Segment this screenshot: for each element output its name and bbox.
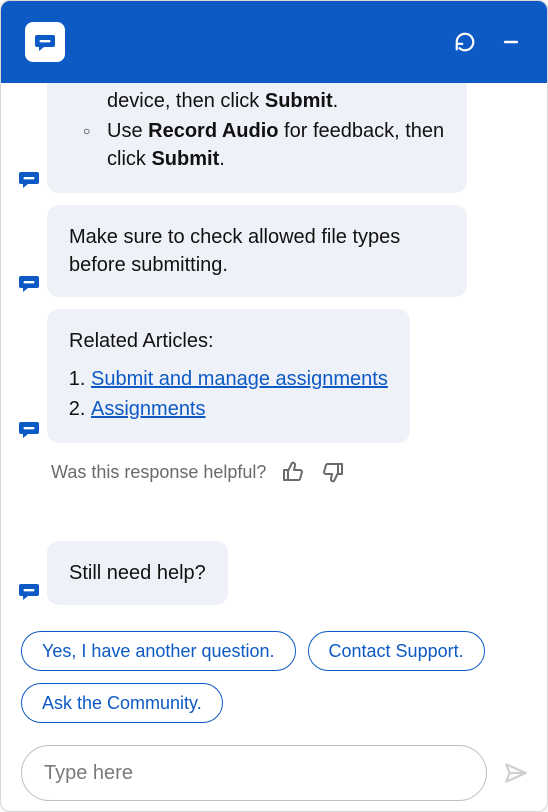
- send-icon[interactable]: [501, 758, 531, 788]
- bot-message-note: Make sure to check allowed file types be…: [17, 205, 541, 297]
- quick-reply-options: Yes, I have another question. Contact Su…: [21, 631, 501, 723]
- message-bubble: Still need help?: [47, 541, 228, 605]
- note-text: Make sure to check allowed file types be…: [69, 226, 400, 276]
- thumbs-up-icon[interactable]: [280, 459, 306, 485]
- instruction-item: Click Add a File to upload from your dev…: [87, 83, 445, 115]
- related-article-item: Assignments: [91, 395, 388, 423]
- feedback-prompt: Was this response helpful?: [51, 462, 266, 483]
- bot-message-instructions: Click Add a File to upload from your dev…: [17, 83, 541, 193]
- related-articles-title: Related Articles:: [69, 327, 388, 355]
- quick-reply-another-question[interactable]: Yes, I have another question.: [21, 631, 296, 671]
- instruction-item: Use Record Audio for feedback, then clic…: [87, 117, 445, 173]
- chat-bubble-icon: [33, 30, 57, 54]
- chat-scroll-area[interactable]: Click Add a File to upload from your dev…: [1, 83, 547, 811]
- quick-reply-contact-support[interactable]: Contact Support.: [308, 631, 485, 671]
- message-bubble: Related Articles: Submit and manage assi…: [47, 309, 410, 443]
- bot-message-still-help: Still need help?: [17, 541, 541, 605]
- feedback-row: Was this response helpful?: [51, 459, 541, 485]
- brand-badge: [25, 22, 65, 62]
- related-article-item: Submit and manage assignments: [91, 365, 388, 393]
- bot-avatar: [17, 417, 41, 441]
- still-help-text: Still need help?: [69, 562, 206, 584]
- bot-avatar: [17, 579, 41, 603]
- bot-message-related: Related Articles: Submit and manage assi…: [17, 309, 541, 443]
- related-article-link-2[interactable]: Assignments: [91, 398, 206, 420]
- related-article-link-1[interactable]: Submit and manage assignments: [91, 368, 388, 390]
- message-bubble: Click Add a File to upload from your dev…: [47, 83, 467, 193]
- minimize-icon[interactable]: [499, 30, 523, 54]
- quick-reply-ask-community[interactable]: Ask the Community.: [21, 683, 223, 723]
- bot-avatar: [17, 271, 41, 295]
- thumbs-down-icon[interactable]: [320, 459, 346, 485]
- chat-widget: Click Add a File to upload from your dev…: [0, 0, 548, 812]
- message-bubble: Make sure to check allowed file types be…: [47, 205, 467, 297]
- bot-avatar: [17, 167, 41, 191]
- refresh-icon[interactable]: [453, 30, 477, 54]
- message-input[interactable]: [21, 745, 487, 801]
- header-bar: [1, 1, 547, 83]
- composer-row: [17, 745, 541, 803]
